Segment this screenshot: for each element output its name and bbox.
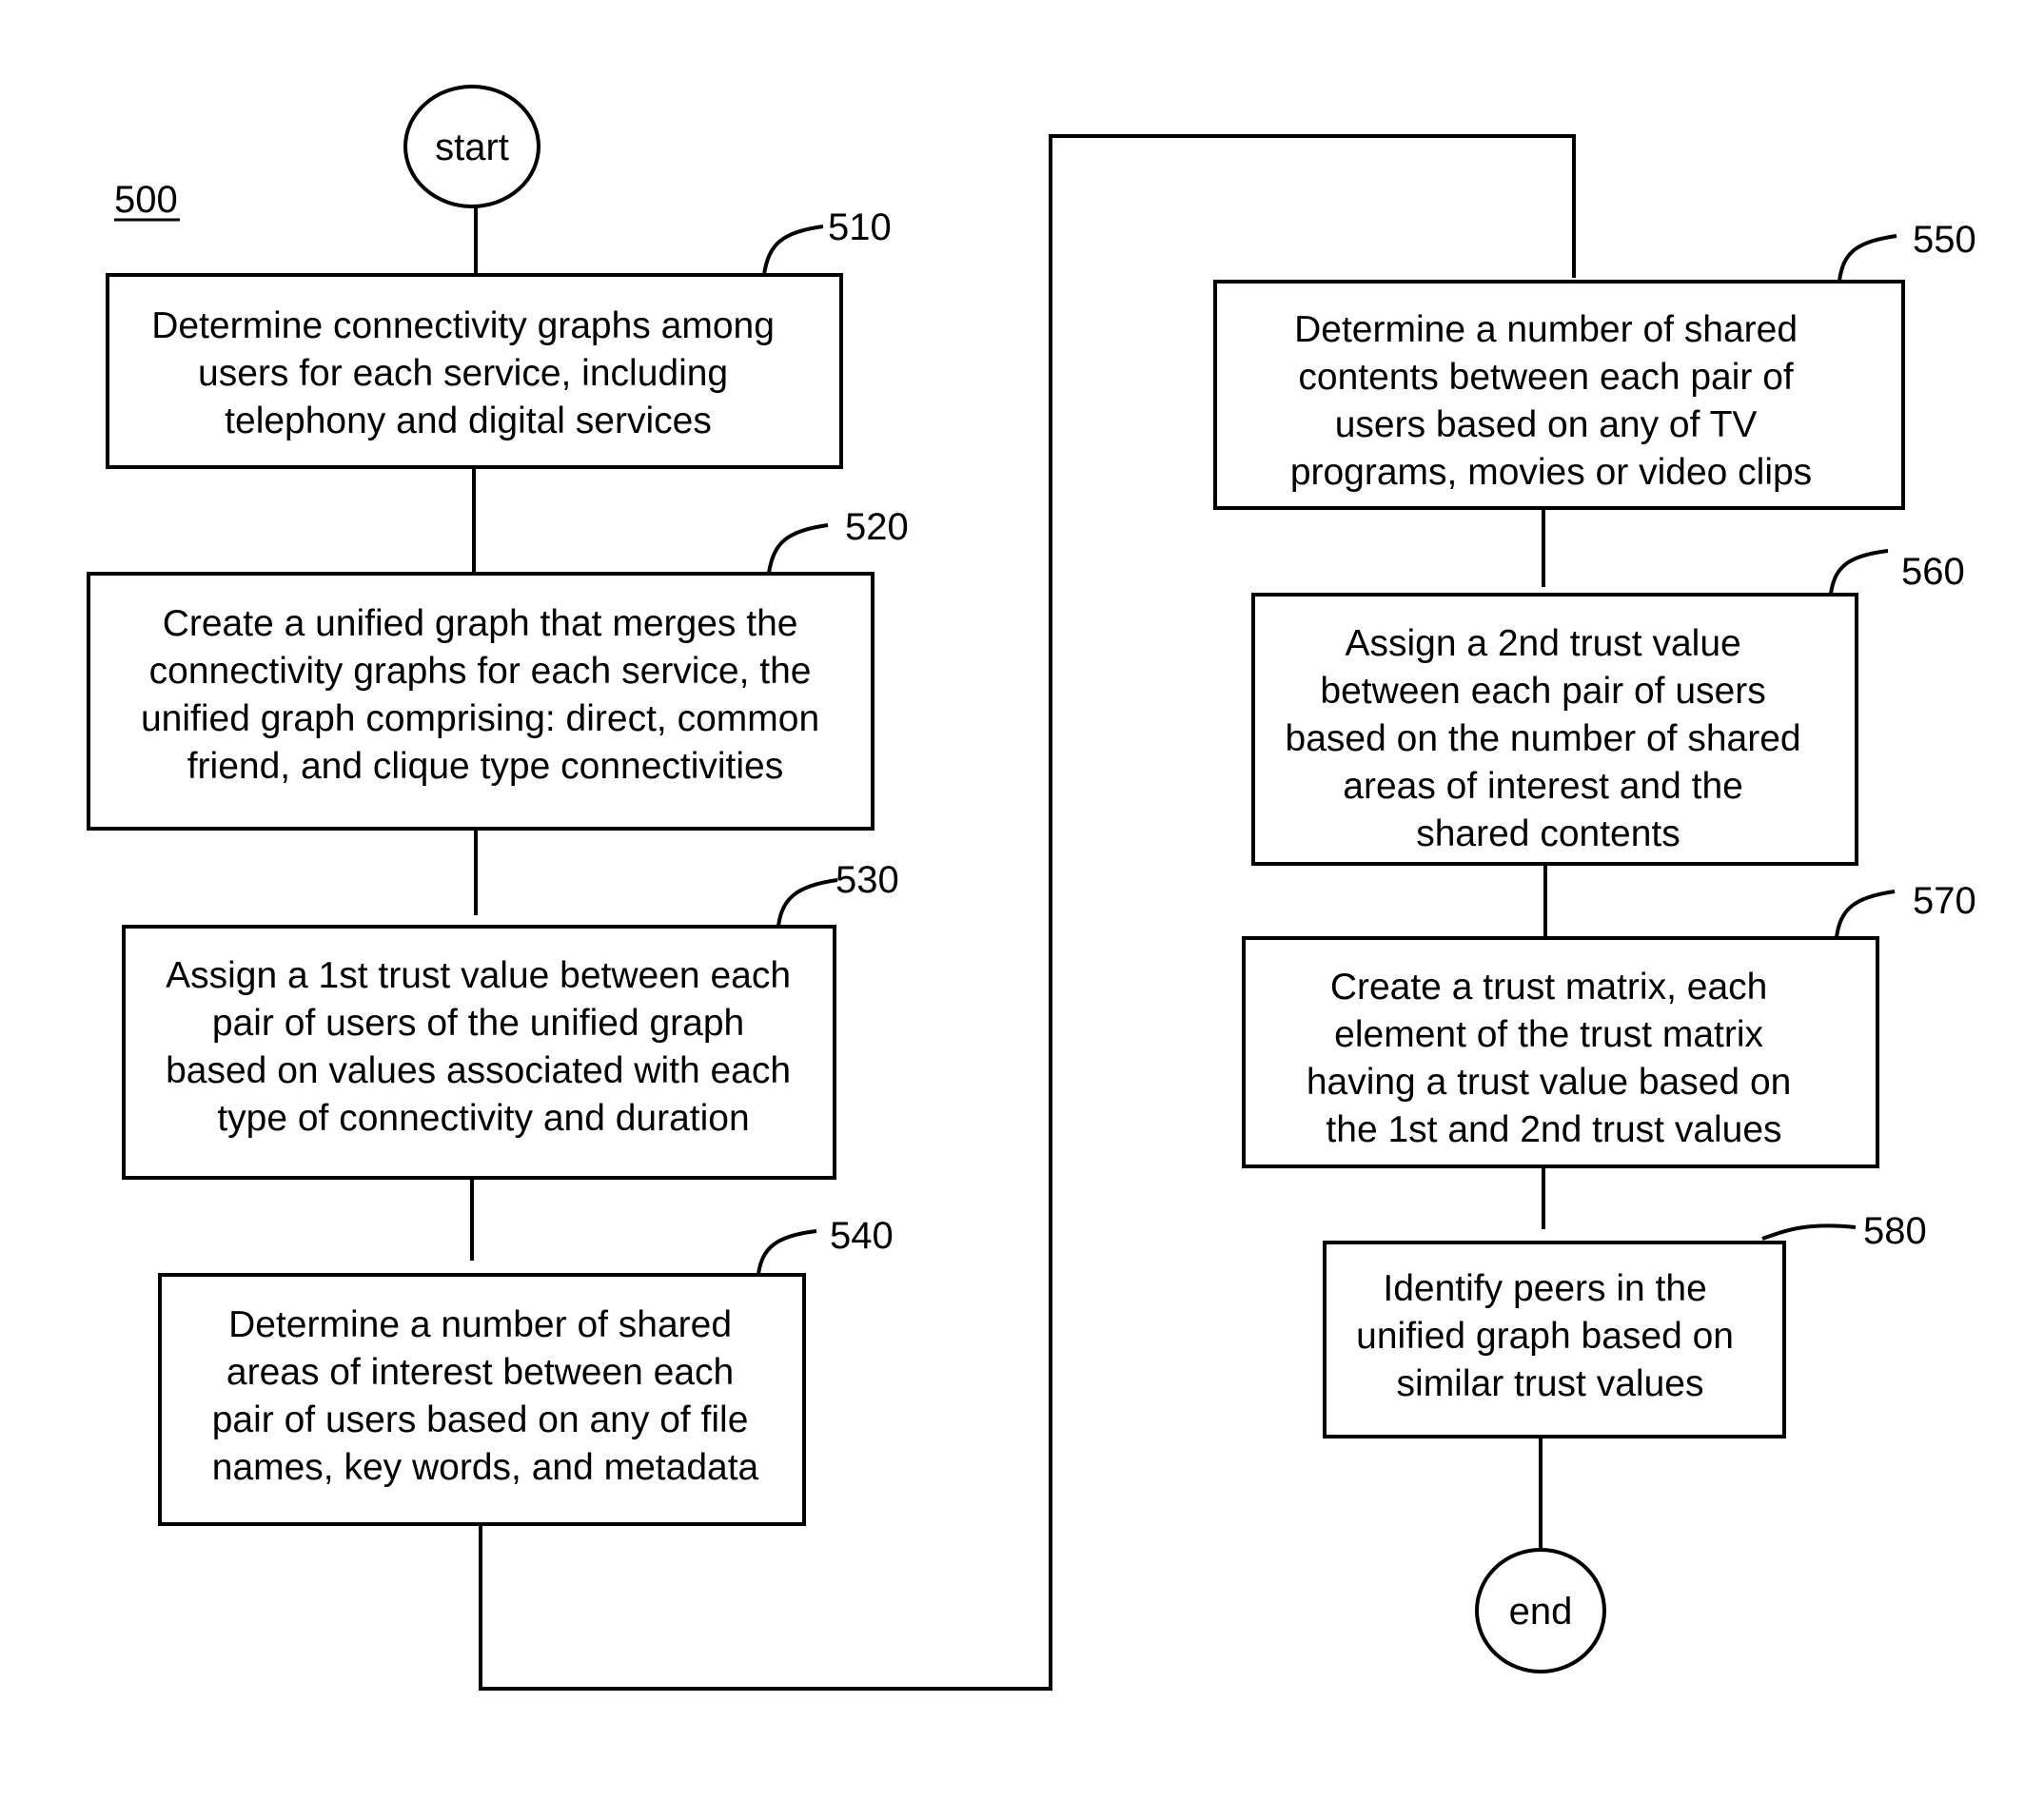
leader-line <box>1838 234 1897 282</box>
step-ref-label: 520 <box>845 506 909 548</box>
step-560: Assign a 2nd trust value between each pa… <box>1251 549 1965 866</box>
leader-line <box>767 523 829 574</box>
step-550: Determine a number of shared contents be… <box>1213 219 1976 510</box>
figure-reference: 500 <box>114 179 180 222</box>
step-ref-label: 570 <box>1913 880 1976 922</box>
step-ref-label: 510 <box>828 206 892 248</box>
leader-line <box>1835 890 1896 938</box>
step-ref-label: 530 <box>835 859 899 901</box>
step-text: Identify peers in the unified graph base… <box>1356 1268 1744 1404</box>
leader-line <box>757 1229 817 1275</box>
step-ref-label: 560 <box>1901 551 1965 593</box>
end-label: end <box>1509 1591 1573 1633</box>
step-ref-label: 540 <box>830 1215 894 1257</box>
step-570: Create a trust matrix, each element of t… <box>1242 880 1976 1168</box>
end-terminal: end <box>1475 1548 1606 1673</box>
leader-line <box>1829 549 1889 595</box>
figure-reference-label: 500 <box>114 179 178 221</box>
step-ref-label: 580 <box>1863 1210 1927 1252</box>
step-text: Determine connectivity graphs among user… <box>151 305 785 441</box>
step-510: Determine connectivity graphs among user… <box>106 206 892 469</box>
leader-line <box>1761 1223 1857 1241</box>
leader-line <box>762 225 824 275</box>
step-580: Identify peers in the unified graph base… <box>1323 1210 1927 1438</box>
step-530: Assign a 1st trust value between each pa… <box>122 859 899 1180</box>
step-ref-label: 550 <box>1913 219 1976 261</box>
step-540: Determine a number of shared areas of in… <box>158 1215 894 1526</box>
start-label: start <box>435 127 509 168</box>
start-terminal: start <box>403 85 540 208</box>
leader-line <box>776 878 838 927</box>
step-520: Create a unified graph that merges the c… <box>87 506 909 831</box>
flowchart: 500 start Determine connectivity graphs … <box>87 85 1976 1691</box>
